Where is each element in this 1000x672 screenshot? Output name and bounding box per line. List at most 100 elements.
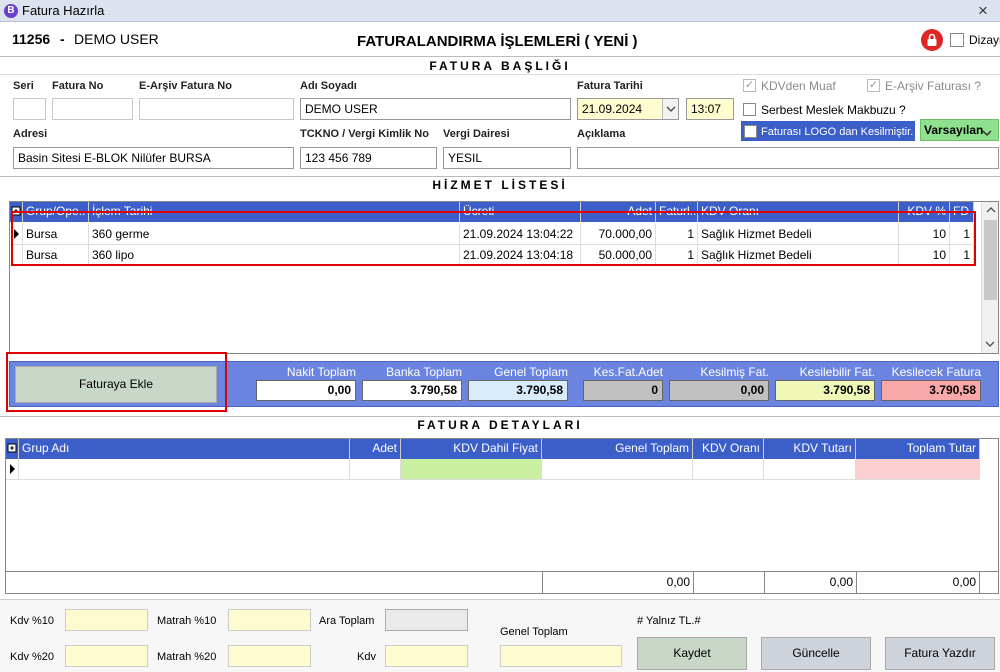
yalniz-label: # Yalnız TL.#: [637, 615, 701, 627]
kdv10-input[interactable]: [65, 609, 148, 631]
serbest-meslek-label: Serbest Meslek Makbuzu ?: [761, 103, 906, 117]
col-kdv-tutari[interactable]: KDV Tutarı: [764, 439, 856, 459]
table-row-cell[interactable]: [693, 459, 764, 480]
matrah10-label: Matrah %10: [157, 615, 217, 627]
seri-input[interactable]: [13, 98, 46, 120]
fatura-no-input[interactable]: [52, 98, 133, 120]
adresi-label: Adresi: [13, 128, 48, 140]
kes-adet-value: 0: [583, 380, 663, 401]
fatura-tarihi-value: 21.09.2024: [582, 102, 643, 116]
grid-corner: [6, 439, 19, 459]
section-fatura-basligi: FATURA BAŞLIĞI: [0, 56, 1000, 75]
seri-label: Seri: [13, 80, 34, 92]
kdv-input[interactable]: [385, 645, 468, 667]
table-row-cell[interactable]: [19, 459, 350, 480]
varsayilan-label: Varsayılan: [924, 123, 984, 137]
scroll-thumb[interactable]: [984, 220, 997, 300]
header-separator: -: [60, 31, 65, 47]
nakit-value: 0,00: [256, 380, 356, 401]
fatura-no-label: Fatura No: [52, 80, 104, 92]
footer-empty: [693, 572, 764, 593]
kdv-muaf-label: KDVden Muaf: [761, 79, 836, 93]
kesilmis-value: 0,00: [669, 380, 769, 401]
matrah20-label: Matrah %20: [157, 651, 217, 663]
app-icon: B: [4, 4, 18, 18]
kdv20-input[interactable]: [65, 645, 148, 667]
table-row-cell[interactable]: [401, 459, 542, 480]
adresi-input[interactable]: Basin Sitesi E-BLOK Nilüfer BURSA: [13, 147, 294, 169]
logo-kesilmistir-label: Faturası LOGO dan Kesilmiştir.: [761, 126, 914, 138]
window-title: Fatura Hazırla: [22, 3, 105, 18]
ara-toplam-input[interactable]: [385, 609, 468, 631]
genel-toplam-label: Genel Toplam: [500, 626, 568, 638]
saat-input[interactable]: 13:07: [686, 98, 734, 120]
kes-adet-label: Kes.Fat.Adet: [593, 365, 663, 379]
col-kdv-orani[interactable]: KDV Oranı: [693, 439, 764, 459]
matrah20-input[interactable]: [228, 645, 311, 667]
earsiv-no-label: E-Arşiv Fatura No: [139, 80, 232, 92]
genel-value: 3.790,58: [468, 380, 568, 401]
earsiv-no-input[interactable]: [139, 98, 294, 120]
adi-soyadi-label: Adı Soyadı: [300, 80, 357, 92]
kesilecek-label: Kesilecek Fatura: [891, 365, 981, 379]
guncelle-button[interactable]: Güncelle: [761, 637, 871, 670]
banka-label: Banka Toplam: [386, 365, 462, 379]
section-fatura-detaylari: FATURA DETAYLARI: [0, 416, 1000, 434]
kaydet-button[interactable]: Kaydet: [637, 637, 747, 670]
kesilebilir-value: 3.790,58: [775, 380, 875, 401]
vergi-dairesi-label: Vergi Dairesi: [443, 128, 510, 140]
kdv-label: Kdv: [357, 651, 376, 663]
window-titlebar: [0, 0, 1000, 22]
close-icon[interactable]: ×: [978, 1, 988, 21]
footer-toplam-tutar: 0,00: [856, 572, 980, 593]
dizayn-label: Dizayn: [969, 33, 1000, 47]
vergi-dairesi-input[interactable]: YESIL: [443, 147, 571, 169]
col-grup-adi[interactable]: Grup Adı: [19, 439, 350, 459]
tckno-label: TCKNO / Vergi Kimlik No: [300, 128, 429, 140]
vertical-scrollbar[interactable]: [981, 202, 998, 353]
highlight-button-box: [6, 352, 227, 412]
footer-kdv-tutari: 0,00: [764, 572, 856, 593]
kdv10-label: Kdv %10: [10, 615, 55, 627]
chevron-down-icon[interactable]: [662, 99, 678, 119]
matrah10-input[interactable]: [228, 609, 311, 631]
adi-soyadi-input[interactable]: DEMO USER: [300, 98, 571, 120]
dizayn-checkbox[interactable]: [950, 33, 964, 47]
detay-grid: Grup Adı Adet KDV Dahil Fiyat Genel Topl…: [5, 438, 999, 594]
banka-value: 3.790,58: [362, 380, 462, 401]
earsiv-faturasi-checkbox[interactable]: ✓: [867, 79, 880, 92]
tckno-input[interactable]: 123 456 789: [300, 147, 437, 169]
table-row-cell[interactable]: [856, 459, 980, 480]
nakit-label: Nakit Toplam: [286, 365, 356, 379]
aciklama-input[interactable]: [577, 147, 999, 169]
table-row-cell[interactable]: [764, 459, 856, 480]
highlight-rows-box: [11, 211, 976, 266]
customer-name: DEMO USER: [74, 31, 159, 47]
fatura-yazdir-button[interactable]: Fatura Yazdır: [885, 637, 995, 670]
chevron-down-icon: [982, 126, 992, 140]
col-genel-toplam[interactable]: Genel Toplam: [542, 439, 693, 459]
col-kdv-dahil-fiyat[interactable]: KDV Dahil Fiyat: [401, 439, 542, 459]
section-hizmet-listesi: HİZMET LİSTESİ: [0, 176, 1000, 194]
table-row-cell[interactable]: [350, 459, 401, 480]
aciklama-label: Açıklama: [577, 128, 626, 140]
kdv-muaf-checkbox[interactable]: ✓: [743, 79, 756, 92]
kesilecek-value: 3.790,58: [881, 380, 981, 401]
serbest-meslek-checkbox[interactable]: [743, 103, 756, 116]
genel-toplam-input[interactable]: [500, 645, 622, 667]
scroll-down-icon[interactable]: [982, 336, 999, 353]
page-title: FATURALANDIRMA İŞLEMLERİ ( YENİ ): [357, 33, 638, 50]
ara-toplam-label: Ara Toplam: [319, 615, 375, 627]
detay-footer: 0,00 0,00 0,00: [6, 571, 998, 593]
col-adet[interactable]: Adet: [350, 439, 401, 459]
col-toplam-tutar[interactable]: Toplam Tutar: [856, 439, 980, 459]
kesilebilir-label: Kesilebilir Fat.: [799, 365, 875, 379]
varsayilan-dropdown[interactable]: Varsayılan: [920, 119, 999, 141]
kesilmis-label: Kesilmiş Fat.: [700, 365, 769, 379]
fatura-tarihi-label: Fatura Tarihi: [577, 80, 643, 92]
lock-icon[interactable]: [921, 29, 943, 51]
genel-label: Genel Toplam: [494, 365, 568, 379]
scroll-up-icon[interactable]: [982, 202, 999, 219]
table-row-cell[interactable]: [542, 459, 693, 480]
logo-kesilmistir-checkbox[interactable]: [744, 125, 757, 138]
